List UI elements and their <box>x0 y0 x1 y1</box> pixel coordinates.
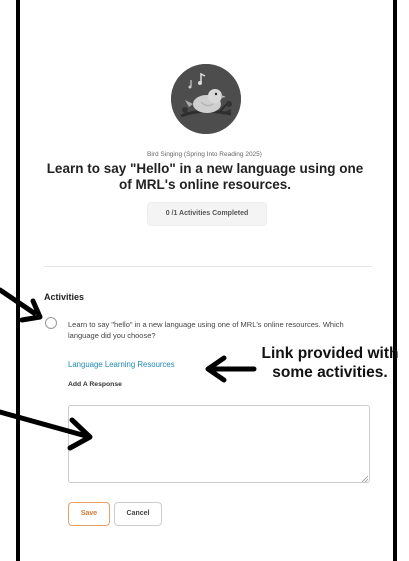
bird-icon <box>171 64 241 134</box>
progress-badge: 0 /1 Activities Completed <box>147 202 267 226</box>
activity-title: Learn to say "Hello" in a new language u… <box>46 161 364 192</box>
program-subtitle: Bird Singing (Spring Into Reading 2025) <box>147 151 262 158</box>
frame-border-right <box>393 0 397 561</box>
response-label: Add A Response <box>68 381 122 388</box>
activities-heading: Activities <box>44 292 85 302</box>
response-textarea[interactable] <box>68 405 370 483</box>
activity-description: Learn to say "hello" in a new language u… <box>68 320 344 340</box>
resize-grip-icon[interactable] <box>362 476 368 482</box>
radio-unchecked-icon[interactable] <box>45 317 57 329</box>
save-button[interactable]: Save <box>68 502 110 526</box>
annotation-callout: Link provided with some activities. <box>261 345 399 381</box>
section-divider <box>44 266 372 267</box>
cancel-button[interactable]: Cancel <box>114 502 162 526</box>
language-resources-link[interactable]: Language Learning Resources <box>68 360 175 369</box>
